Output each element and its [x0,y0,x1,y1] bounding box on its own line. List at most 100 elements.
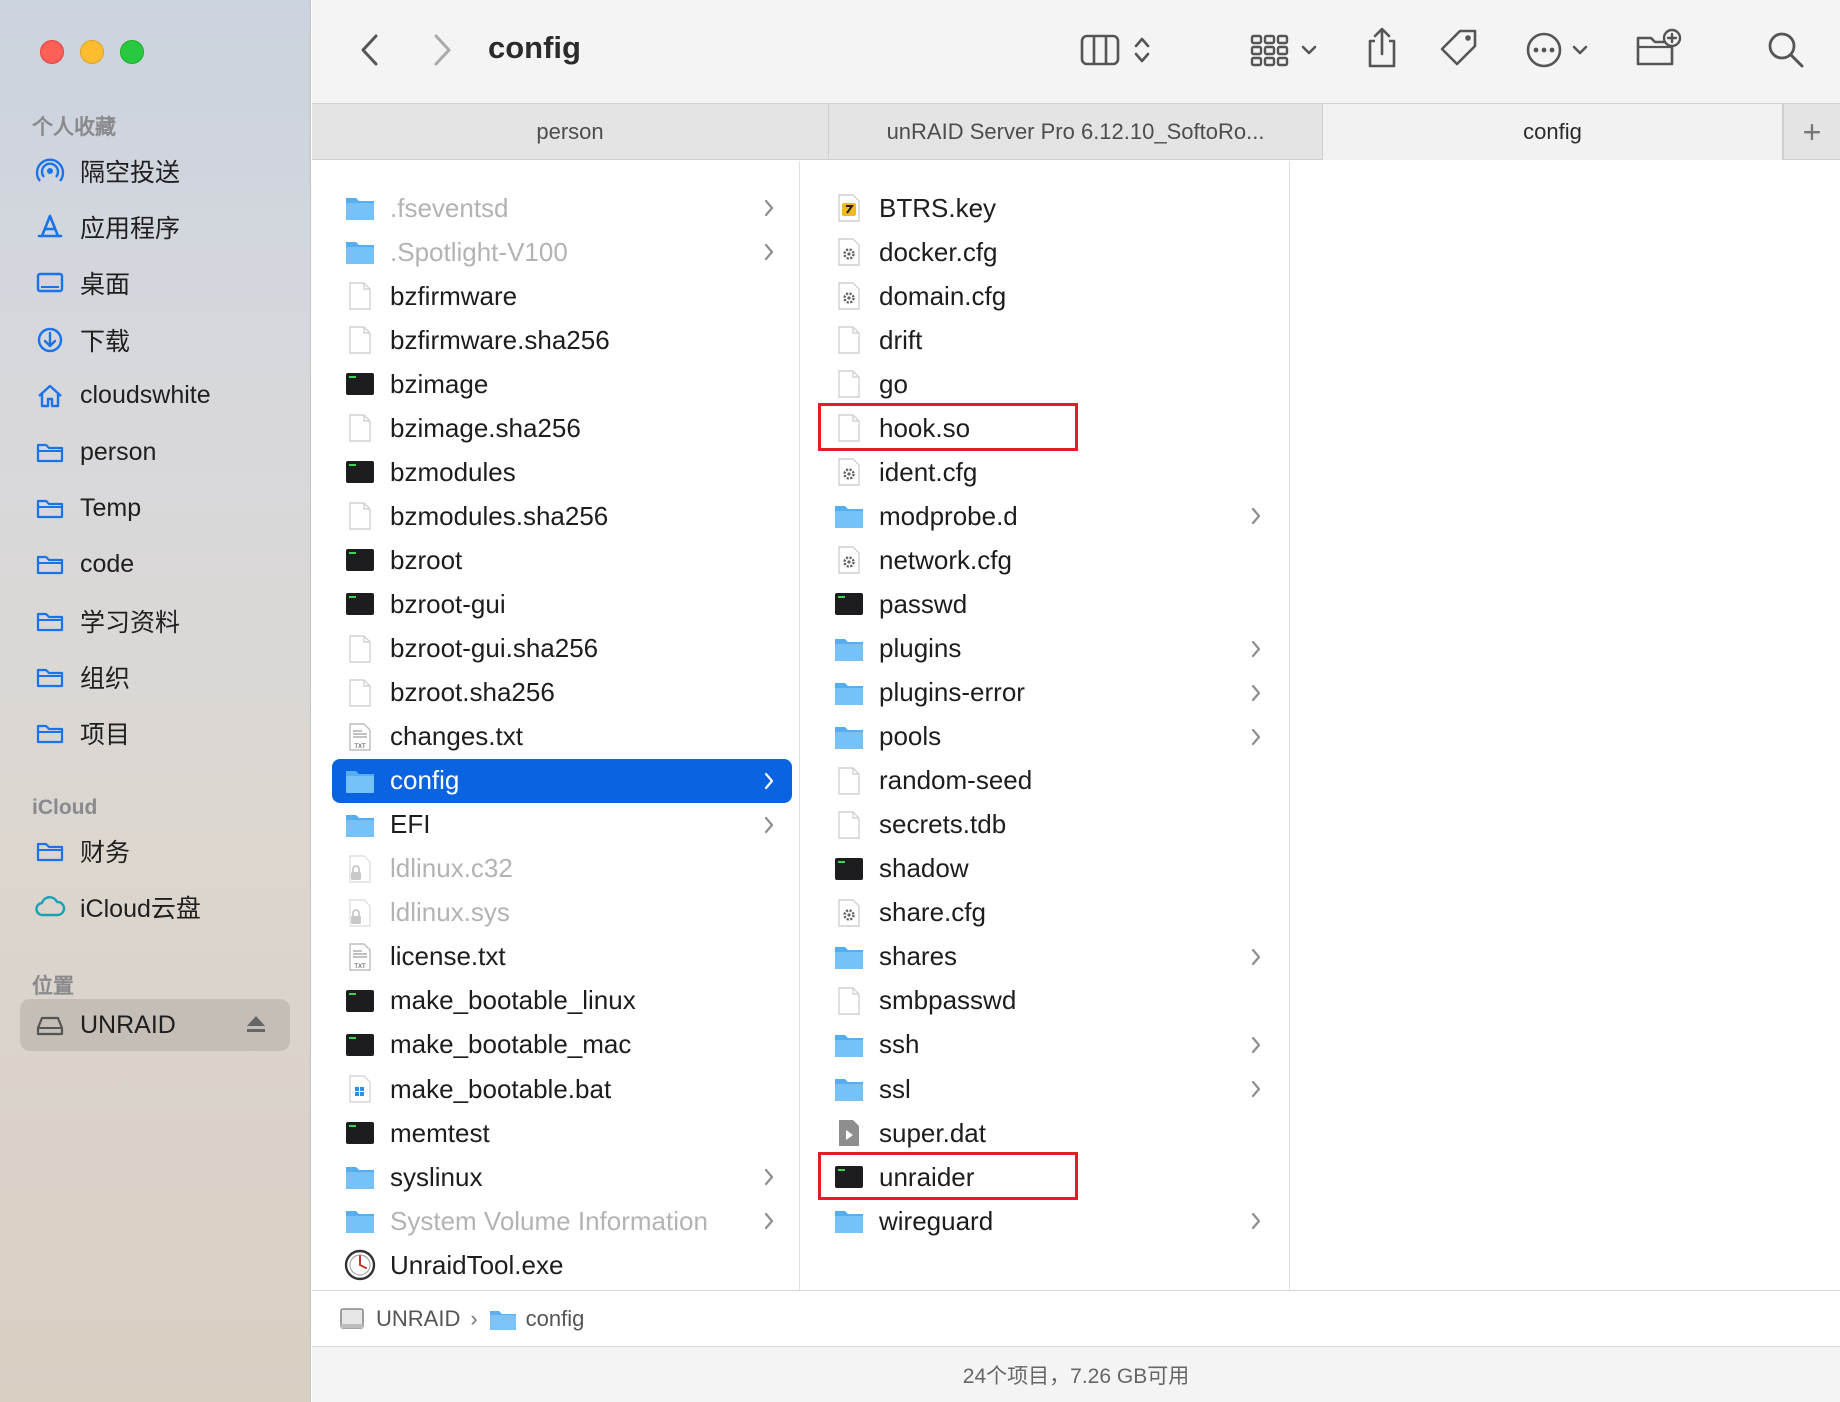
file-row-bzroot-gui-sha256[interactable]: bzroot-gui.sha256 [332,627,792,671]
file-name: domain.cfg [879,280,1007,311]
folder-row-syslinux[interactable]: syslinux [332,1155,792,1199]
file-row-bzfirmware[interactable]: bzfirmware [332,274,792,318]
file-row-share-cfg[interactable]: share.cfg [819,891,1279,935]
file-row-docker-cfg[interactable]: docker.cfg [819,230,1279,274]
file-row-bzfirmware-sha256[interactable]: bzfirmware.sha256 [332,318,792,362]
folder-row-spotlight-v100[interactable]: .Spotlight-V100 [332,230,792,274]
file-row-bzimage-sha256[interactable]: bzimage.sha256 [332,406,792,450]
file-row-drift[interactable]: drift [819,318,1279,362]
file-row-secrets-tdb[interactable]: secrets.tdb [819,803,1279,847]
document-icon [344,280,376,312]
tab-config[interactable]: config [1323,104,1783,160]
chevron-left-icon [361,34,378,66]
sidebar-item-item[interactable]: 组织 [20,651,290,703]
document-icon [833,324,865,356]
sidebar-item-unraid[interactable]: UNRAID [20,999,290,1051]
folder-row-wireguard[interactable]: wireguard [819,1199,1279,1243]
path-drive[interactable]: UNRAID [338,1305,460,1333]
file-row-ident-cfg[interactable]: ident.cfg [819,450,1279,494]
search-button[interactable] [1764,28,1808,72]
file-row-ldlinux-sys[interactable]: ldlinux.sys [332,891,792,935]
document-icon [833,985,865,1017]
sidebar-item-item[interactable]: 应用程序 [20,201,290,253]
file-row-bzroot-gui[interactable]: bzroot-gui [332,582,792,626]
folder-row-pools[interactable]: pools [819,715,1279,759]
tab-unraid-server[interactable]: unRAID Server Pro 6.12.10_SoftoRo... [829,104,1323,160]
file-name: super.dat [879,1117,986,1148]
sidebar-item-icloud[interactable]: iCloud云盘 [20,881,290,933]
file-name: shares [879,941,958,972]
sidebar-item-person[interactable]: person [20,426,290,478]
column-config: BTRS.key docker.cfg domain.cfg drift go hook.… [801,161,1290,1290]
sidebar-item-temp[interactable]: Temp [20,482,290,534]
file-row-memtest[interactable]: memtest [332,1111,792,1155]
file-row-domain-cfg[interactable]: domain.cfg [819,274,1279,318]
eject-icon[interactable] [244,1013,268,1042]
folder-row-fseventsd[interactable]: .fseventsd [332,186,792,230]
folder-row-ssl[interactable]: ssl [819,1067,1279,1111]
file-row-network-cfg[interactable]: network.cfg [819,538,1279,582]
more-actions-button[interactable] [1522,28,1602,72]
group-button[interactable] [1248,28,1338,72]
file-row-ldlinux-c32[interactable]: ldlinux.c32 [332,847,792,891]
forward-button[interactable] [424,32,460,68]
new-folder-button[interactable] [1634,26,1684,72]
file-name: memtest [390,1117,490,1148]
file-row-changes-txt[interactable]: TXT changes.txt [332,715,792,759]
file-row-go[interactable]: go [819,362,1279,406]
file-row-license-txt[interactable]: TXT license.txt [332,935,792,979]
file-name: bzimage.sha256 [390,412,581,443]
file-row-btrs-key[interactable]: BTRS.key [819,186,1279,230]
sidebar-item-code[interactable]: code [20,538,290,590]
path-folder[interactable]: config [488,1306,584,1332]
path-drive-label: UNRAID [376,1305,461,1331]
path-separator: › [470,1305,478,1331]
close-window-button[interactable] [40,40,64,64]
sidebar-item-item[interactable]: 下载 [20,314,290,366]
status-text: 24个项目，7.26 GB可用 [962,1364,1190,1388]
file-row-bzimage[interactable]: bzimage [332,362,792,406]
file-name: make_bootable_linux [390,985,636,1016]
file-row-make-bootable-mac[interactable]: make_bootable_mac [332,1023,792,1067]
sidebar-item-item[interactable]: 财务 [20,825,290,877]
folder-row-ssh[interactable]: ssh [819,1023,1279,1067]
folder-row-system-volume-information[interactable]: System Volume Information [332,1199,792,1243]
file-row-bzmodules-sha256[interactable]: bzmodules.sha256 [332,494,792,538]
file-row-make-bootable-bat[interactable]: make_bootable.bat [332,1067,792,1111]
file-row-bzroot[interactable]: bzroot [332,538,792,582]
folder-row-plugins-error[interactable]: plugins-error [819,671,1279,715]
back-button[interactable] [352,32,388,68]
zoom-window-button[interactable] [120,40,144,64]
minimize-window-button[interactable] [80,40,104,64]
config-file-icon [833,544,865,576]
file-name: wireguard [879,1205,994,1236]
file-row-bzroot-sha256[interactable]: bzroot.sha256 [332,671,792,715]
folder-icon [833,941,865,973]
file-row-smbpasswd[interactable]: smbpasswd [819,979,1279,1023]
file-row-passwd[interactable]: passwd [819,582,1279,626]
file-row-shadow[interactable]: shadow [819,847,1279,891]
file-row-random-seed[interactable]: random-seed [819,759,1279,803]
file-row-unraidtool-exe[interactable]: UnraidTool.exe [332,1243,792,1287]
folder-row-config[interactable]: config [332,758,792,803]
view-mode-button[interactable] [1078,28,1174,72]
folder-row-plugins[interactable]: plugins [819,627,1279,671]
file-row-bzmodules[interactable]: bzmodules [332,450,792,494]
folder-row-efi[interactable]: EFI [332,803,792,847]
sidebar-item-item[interactable]: 学习资料 [20,595,290,647]
new-tab-button[interactable]: + [1783,104,1840,160]
tab-person[interactable]: person [312,104,829,160]
folder-row-shares[interactable]: shares [819,935,1279,979]
folder-row-modprobe-d[interactable]: modprobe.d [819,494,1279,538]
sidebar-item-item[interactable]: 桌面 [20,257,290,309]
folder-icon [833,677,865,709]
sidebar-item-item[interactable]: 项目 [20,707,290,759]
sidebar-item-item[interactable]: 隔空投送 [20,145,290,197]
executable-icon [344,1117,376,1149]
sidebar-item-cloudswhite[interactable]: cloudswhite [20,370,290,422]
file-row-make-bootable-linux[interactable]: make_bootable_linux [332,979,792,1023]
file-name: BTRS.key [879,192,997,223]
tag-button[interactable] [1436,26,1482,72]
file-row-super-dat[interactable]: super.dat [819,1111,1279,1155]
share-button[interactable] [1362,24,1402,72]
